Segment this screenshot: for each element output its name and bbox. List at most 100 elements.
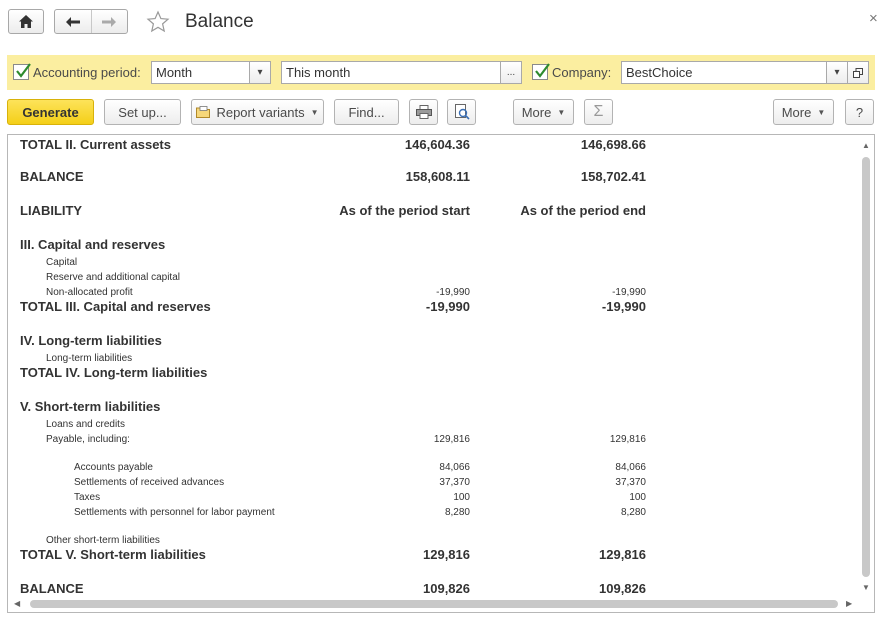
row-label: Settlements of received advances — [74, 477, 225, 488]
period-end-value: 109,826 — [599, 581, 646, 596]
scroll-down-icon[interactable]: ▼ — [862, 583, 870, 592]
report-row[interactable]: Capital — [8, 257, 868, 273]
report-row[interactable]: TOTAL III. Capital and reserves -19,990 -1… — [8, 299, 868, 315]
report-row[interactable]: TOTAL V. Short-term liabilities 129,816 12… — [8, 547, 868, 563]
checkmark-icon — [16, 63, 31, 78]
accounting-period-label: Accounting period: — [33, 65, 141, 80]
row-label: TOTAL II. Current assets — [20, 137, 171, 152]
horizontal-scrollbar[interactable]: ◀ ▶ — [8, 596, 860, 612]
row-label: BALANCE — [20, 169, 84, 184]
report-row[interactable]: Reserve and additional capital — [8, 272, 868, 288]
company-open-button[interactable] — [847, 61, 869, 84]
period-start-value: -19,990 — [436, 287, 470, 298]
print-button[interactable] — [409, 99, 438, 125]
row-label: LIABILITY — [20, 203, 83, 218]
company-checkbox[interactable] — [532, 63, 550, 80]
help-button[interactable]: ? — [845, 99, 874, 125]
print-preview-icon — [454, 104, 470, 120]
favorite-star-icon[interactable] — [146, 10, 170, 34]
period-type-select[interactable]: Month — [151, 61, 250, 84]
period-end-value: 8,280 — [620, 507, 646, 518]
open-window-icon — [853, 67, 863, 78]
report-row[interactable]: Taxes 100 100 — [8, 492, 868, 508]
report-row[interactable]: LIABILITY As of the period start As of the… — [8, 203, 868, 219]
home-icon — [19, 15, 33, 28]
setup-button[interactable]: Set up... — [104, 99, 181, 125]
filter-bar: Accounting period: Month ▾ This month ..… — [7, 55, 875, 90]
period-start-value: As of the period start — [339, 203, 470, 218]
period-value-field[interactable]: This month — [281, 61, 501, 84]
period-end-value: 158,702.41 — [580, 169, 646, 184]
report-variants-label: Report variants — [216, 104, 305, 120]
vertical-scrollbar[interactable]: ▲ ▼ — [858, 135, 874, 597]
generate-button[interactable]: Generate — [7, 99, 94, 125]
row-label: Long-term liabilities — [46, 353, 133, 364]
report-variants-icon — [196, 106, 211, 118]
report-row[interactable]: IV. Long-term liabilities — [8, 333, 868, 349]
row-label: Non-allocated profit — [46, 287, 133, 298]
history-navigation — [54, 9, 128, 34]
scroll-left-icon[interactable]: ◀ — [14, 599, 20, 608]
arrow-right-icon — [102, 16, 117, 27]
row-label: BALANCE — [20, 581, 84, 596]
more-actions-button[interactable]: More ▼ — [513, 99, 574, 125]
period-end-value: 84,066 — [615, 462, 646, 473]
period-end-value: 129,816 — [599, 547, 646, 562]
more-form-button[interactable]: More ▼ — [773, 99, 834, 125]
page-title: Balance — [185, 11, 254, 32]
home-button[interactable] — [8, 9, 44, 34]
report-row[interactable]: BALANCE 109,826 109,826 — [8, 581, 868, 597]
report-row[interactable]: V. Short-term liabilities — [8, 399, 868, 415]
row-label: TOTAL V. Short-term liabilities — [20, 547, 206, 562]
period-start-value: 37,370 — [439, 477, 470, 488]
period-type-dropdown-button[interactable]: ▾ — [249, 61, 271, 84]
row-label: TOTAL IV. Long-term liabilities — [20, 365, 208, 380]
report-row[interactable]: BALANCE 158,608.11 158,702.41 — [8, 169, 868, 185]
checkmark-icon — [535, 63, 550, 78]
report-spreadsheet[interactable]: TOTAL II. Current assets 146,604.36 146,69… — [7, 134, 875, 613]
report-row[interactable]: Loans and credits — [8, 419, 868, 435]
horizontal-scroll-thumb[interactable] — [30, 600, 838, 608]
accounting-period-checkbox[interactable] — [13, 63, 31, 80]
company-dropdown-button[interactable]: ▾ — [826, 61, 848, 84]
period-start-value: 100 — [453, 492, 470, 503]
period-end-value: -19,990 — [612, 287, 646, 298]
report-variants-button[interactable]: Report variants ▼ — [191, 99, 324, 125]
chevron-down-icon: ▼ — [310, 107, 319, 117]
chevron-down-icon: ▾ — [834, 67, 840, 78]
report-row[interactable]: TOTAL IV. Long-term liabilities — [8, 365, 868, 381]
scroll-right-icon[interactable]: ▶ — [846, 599, 852, 608]
vertical-scroll-thumb[interactable] — [862, 157, 870, 577]
close-icon[interactable]: × — [869, 10, 878, 27]
report-row[interactable]: Settlements with personnel for labor pay… — [8, 507, 868, 523]
company-label: Company: — [552, 65, 612, 80]
row-label: Taxes — [74, 492, 101, 503]
report-row[interactable]: Settlements of received advances 37,370 37… — [8, 477, 868, 493]
forward-button[interactable] — [90, 10, 128, 33]
company-field[interactable]: BestChoice — [621, 61, 827, 84]
row-label: Payable, including: — [46, 434, 130, 445]
print-preview-button[interactable] — [447, 99, 476, 125]
report-row[interactable]: III. Capital and reserves — [8, 237, 868, 253]
period-end-value: As of the period end — [520, 203, 646, 218]
find-button[interactable]: Find... — [334, 99, 399, 125]
chevron-down-icon: ▼ — [817, 107, 826, 117]
back-button[interactable] — [55, 10, 91, 33]
row-label: Loans and credits — [46, 419, 125, 430]
period-start-value: 84,066 — [439, 462, 470, 473]
period-end-value: 100 — [629, 492, 646, 503]
row-label: TOTAL III. Capital and reserves — [20, 299, 211, 314]
more-label: More — [781, 104, 812, 120]
report-row[interactable]: Accounts payable 84,066 84,066 — [8, 462, 868, 478]
report-row[interactable]: Payable, including: 129,816 129,816 — [8, 434, 868, 450]
period-start-value: 146,604.36 — [404, 137, 470, 152]
sum-button[interactable]: Σ — [584, 99, 613, 125]
period-start-value: -19,990 — [425, 299, 470, 314]
scroll-up-icon[interactable]: ▲ — [862, 141, 870, 150]
report-row[interactable]: TOTAL II. Current assets 146,604.36 146,69… — [8, 137, 868, 153]
period-start-value: 129,816 — [433, 434, 470, 445]
period-end-value: 146,698.66 — [580, 137, 646, 152]
period-choose-button[interactable]: ... — [500, 61, 522, 84]
period-end-value: -19,990 — [601, 299, 646, 314]
chevron-down-icon: ▾ — [257, 67, 263, 78]
